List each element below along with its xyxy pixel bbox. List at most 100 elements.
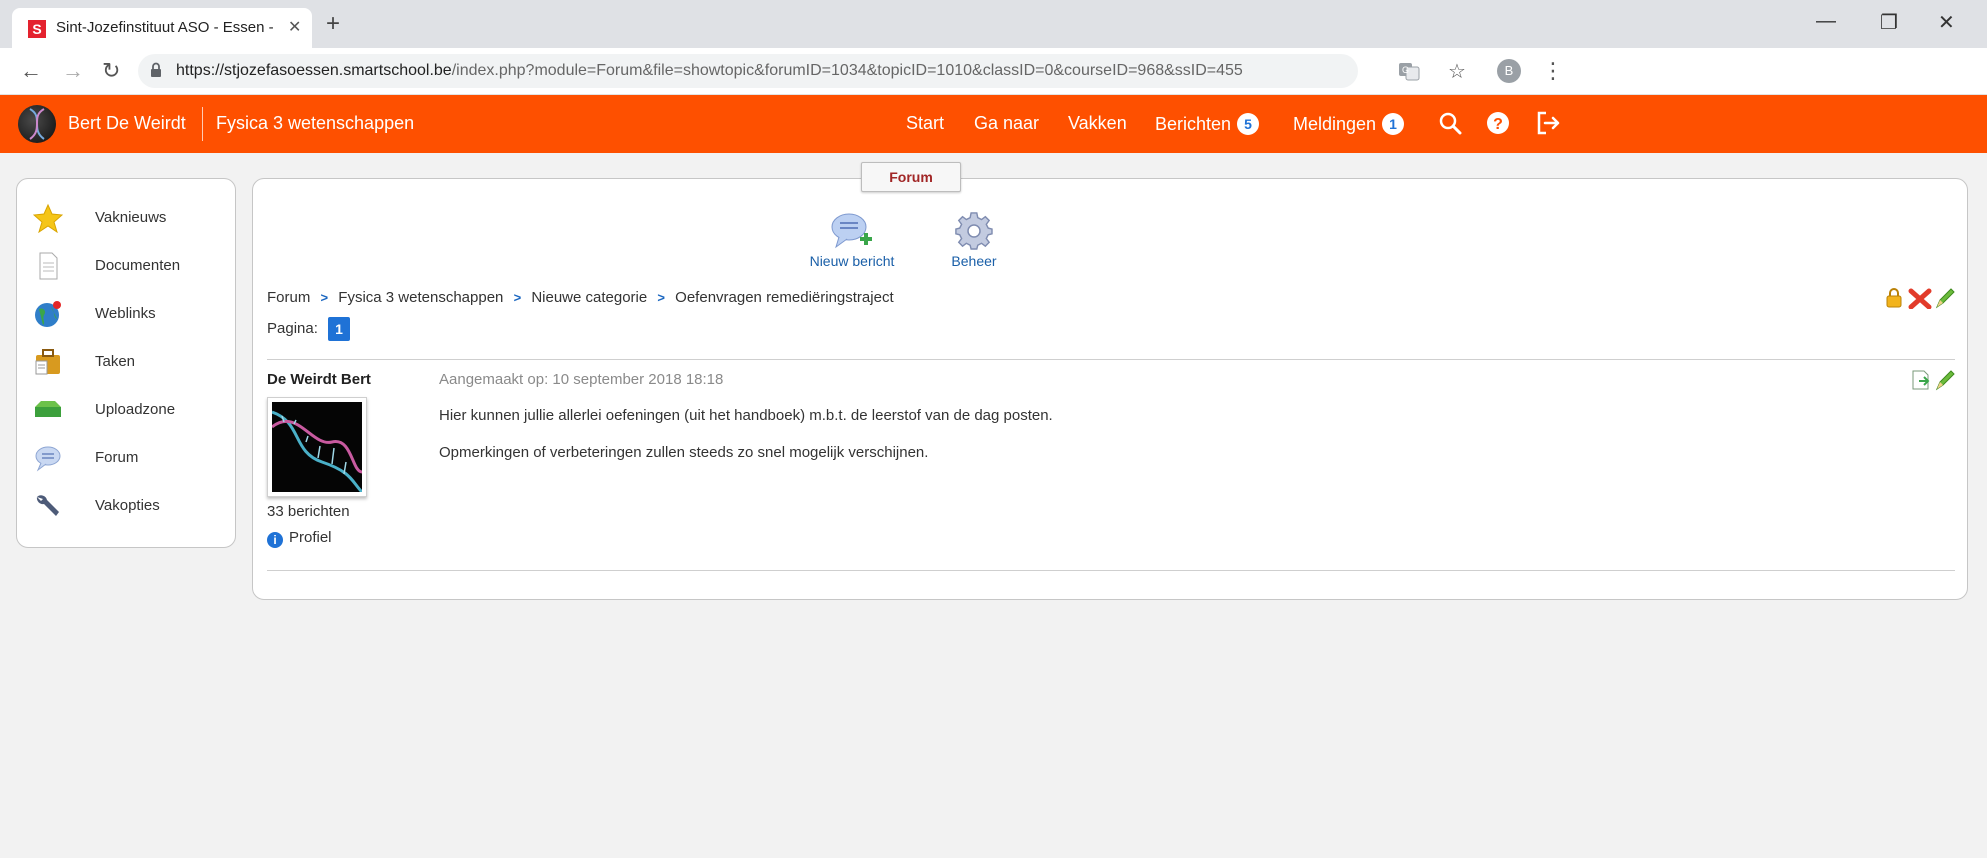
sidebar-item-documenten[interactable]: Documenten <box>33 249 233 285</box>
forward-button[interactable]: → <box>62 58 84 84</box>
sidebar-item-label: Documenten <box>95 257 181 274</box>
sidebar-item-vakopties[interactable]: Vakopties <box>33 489 233 525</box>
sidebar-item-uploadzone[interactable]: Uploadzone <box>33 393 233 429</box>
address-bar: ← → ↻ https://stjozefasoessen.smartschoo… <box>0 48 1987 95</box>
sidebar-item-label: Vaknieuws <box>95 209 167 226</box>
profile-link[interactable]: i Profiel <box>267 529 332 548</box>
tab-close-icon[interactable]: ✕ <box>288 17 301 37</box>
sidebar-item-label: Forum <box>95 449 139 466</box>
breadcrumb-item-current: Oefenvragen remediëringstraject <box>675 289 894 306</box>
svg-text:G: G <box>1402 65 1409 75</box>
post-paragraph: Hier kunnen jullie allerlei oefeningen (… <box>439 407 1053 424</box>
lock-icon <box>151 62 161 77</box>
document-icon <box>39 252 58 280</box>
course-name[interactable]: Fysica 3 wetenschappen <box>216 113 414 134</box>
sidebar-item-forum[interactable]: Forum <box>33 441 233 477</box>
chevron-right-icon: > <box>513 290 522 305</box>
browser-tab-bar: S Sint-Jozefinstituut ASO - Essen - ✕ + … <box>0 0 1987 48</box>
delete-topic-icon[interactable] <box>1908 288 1932 309</box>
user-avatar[interactable] <box>18 105 56 143</box>
breadcrumb: Forum > Fysica 3 wetenschappen > Nieuwe … <box>267 289 894 306</box>
nav-messages[interactable]: Berichten 5 <box>1155 113 1260 135</box>
upload-tray-icon <box>35 401 61 417</box>
nav-goto[interactable]: Ga naar <box>974 113 1039 134</box>
post-created-date: Aangemaakt op: 10 september 2018 18:18 <box>439 371 724 388</box>
breadcrumb-item[interactable]: Nieuwe categorie <box>531 289 647 306</box>
nav-start[interactable]: Start <box>906 113 944 134</box>
post-paragraph: Opmerkingen of verbeteringen zullen stee… <box>439 444 929 461</box>
help-icon[interactable]: ? <box>1486 111 1510 135</box>
translate-icon[interactable]: G <box>1398 60 1420 82</box>
restore-button[interactable]: ❐ <box>1880 10 1898 35</box>
wrench-icon <box>36 495 59 516</box>
nav-notifications-label: Meldingen <box>1293 114 1377 134</box>
divider <box>267 570 1955 571</box>
browser-tab[interactable]: S Sint-Jozefinstituut ASO - Essen - ✕ <box>12 8 312 48</box>
post-body: Hier kunnen jullie allerlei oefeningen (… <box>439 407 1053 481</box>
back-button[interactable]: ← <box>20 58 42 84</box>
edit-post-icon[interactable] <box>1935 370 1955 391</box>
search-icon[interactable] <box>1438 111 1462 135</box>
new-tab-button[interactable]: + <box>326 10 340 38</box>
nav-messages-label: Berichten <box>1155 114 1232 134</box>
author-post-count: 33 berichten <box>267 503 350 520</box>
messages-count-badge: 5 <box>1237 113 1260 135</box>
sidebar-item-label: Weblinks <box>95 305 156 322</box>
close-window-button[interactable]: ✕ <box>1938 10 1955 35</box>
tab-title: Sint-Jozefinstituut ASO - Essen - <box>56 19 274 36</box>
pagination-label: Pagina: <box>267 319 318 337</box>
logout-icon[interactable] <box>1536 111 1562 135</box>
forum-panel: Forum Nieuw bericht Beheer Forum > Fysic… <box>252 162 1968 600</box>
pagination: Pagina: 1 <box>267 317 351 341</box>
sidebar-item-label: Uploadzone <box>95 401 176 418</box>
post-actions <box>1911 369 1955 391</box>
star-icon <box>33 203 63 233</box>
nav-courses[interactable]: Vakken <box>1068 113 1127 134</box>
sidebar-item-weblinks[interactable]: Weblinks <box>33 297 233 333</box>
post-author[interactable]: De Weirdt Bert <box>267 371 371 388</box>
info-icon: i <box>267 532 283 548</box>
new-message-button[interactable]: Nieuw bericht <box>799 211 905 269</box>
sidebar-item-label: Vakopties <box>95 497 160 514</box>
briefcase-icon <box>35 349 60 375</box>
user-name[interactable]: Bert De Weirdt <box>68 113 186 134</box>
panel-title-forum: Forum <box>861 162 961 192</box>
export-post-icon[interactable] <box>1912 370 1930 390</box>
profile-link-label: Profiel <box>289 529 332 546</box>
sidebar-item-taken[interactable]: Taken <box>33 345 233 381</box>
speech-bubble-icon <box>35 446 61 472</box>
nav-notifications[interactable]: Meldingen 1 <box>1293 113 1405 135</box>
manage-label: Beheer <box>951 253 997 269</box>
topic-actions <box>1885 287 1955 309</box>
divider <box>267 359 1955 360</box>
url-host: https://stjozefasoessen.smartschool.be <box>176 62 452 79</box>
svg-text:?: ? <box>1493 116 1503 133</box>
breadcrumb-item[interactable]: Forum <box>267 289 310 306</box>
profile-avatar[interactable]: B <box>1497 59 1521 83</box>
lock-topic-icon[interactable] <box>1886 288 1902 308</box>
chevron-right-icon: > <box>657 290 665 305</box>
site-favicon-icon: S <box>28 20 46 38</box>
sidebar-item-vaknieuws[interactable]: Vaknieuws <box>33 201 233 237</box>
url-input[interactable]: https://stjozefasoessen.smartschool.be/i… <box>138 54 1358 88</box>
page-1-button[interactable]: 1 <box>328 317 351 341</box>
manage-button[interactable]: Beheer <box>939 211 1009 269</box>
gear-icon <box>955 212 993 250</box>
url-path: /index.php?module=Forum&file=showtopic&f… <box>451 62 1243 79</box>
reload-button[interactable]: ↻ <box>102 58 120 84</box>
sidebar-item-label: Taken <box>95 353 136 370</box>
new-message-label: Nieuw bericht <box>809 253 895 269</box>
browser-menu-icon[interactable]: ⋮ <box>1542 58 1564 84</box>
site-header: Bert De Weirdt Fysica 3 wetenschappen St… <box>0 95 1987 153</box>
chevron-right-icon: > <box>320 290 329 305</box>
course-sidebar: Vaknieuws Documenten Weblinks Taken Uplo… <box>16 178 236 548</box>
breadcrumb-item[interactable]: Fysica 3 wetenschappen <box>338 289 503 306</box>
new-message-icon <box>831 213 872 249</box>
notifications-count-badge: 1 <box>1382 113 1405 135</box>
header-divider <box>202 107 203 141</box>
bookmark-star-icon[interactable]: ☆ <box>1448 59 1466 84</box>
author-photo[interactable] <box>267 397 367 497</box>
globe-icon <box>35 301 61 327</box>
edit-topic-icon[interactable] <box>1935 288 1955 309</box>
minimize-button[interactable]: — <box>1816 10 1836 33</box>
